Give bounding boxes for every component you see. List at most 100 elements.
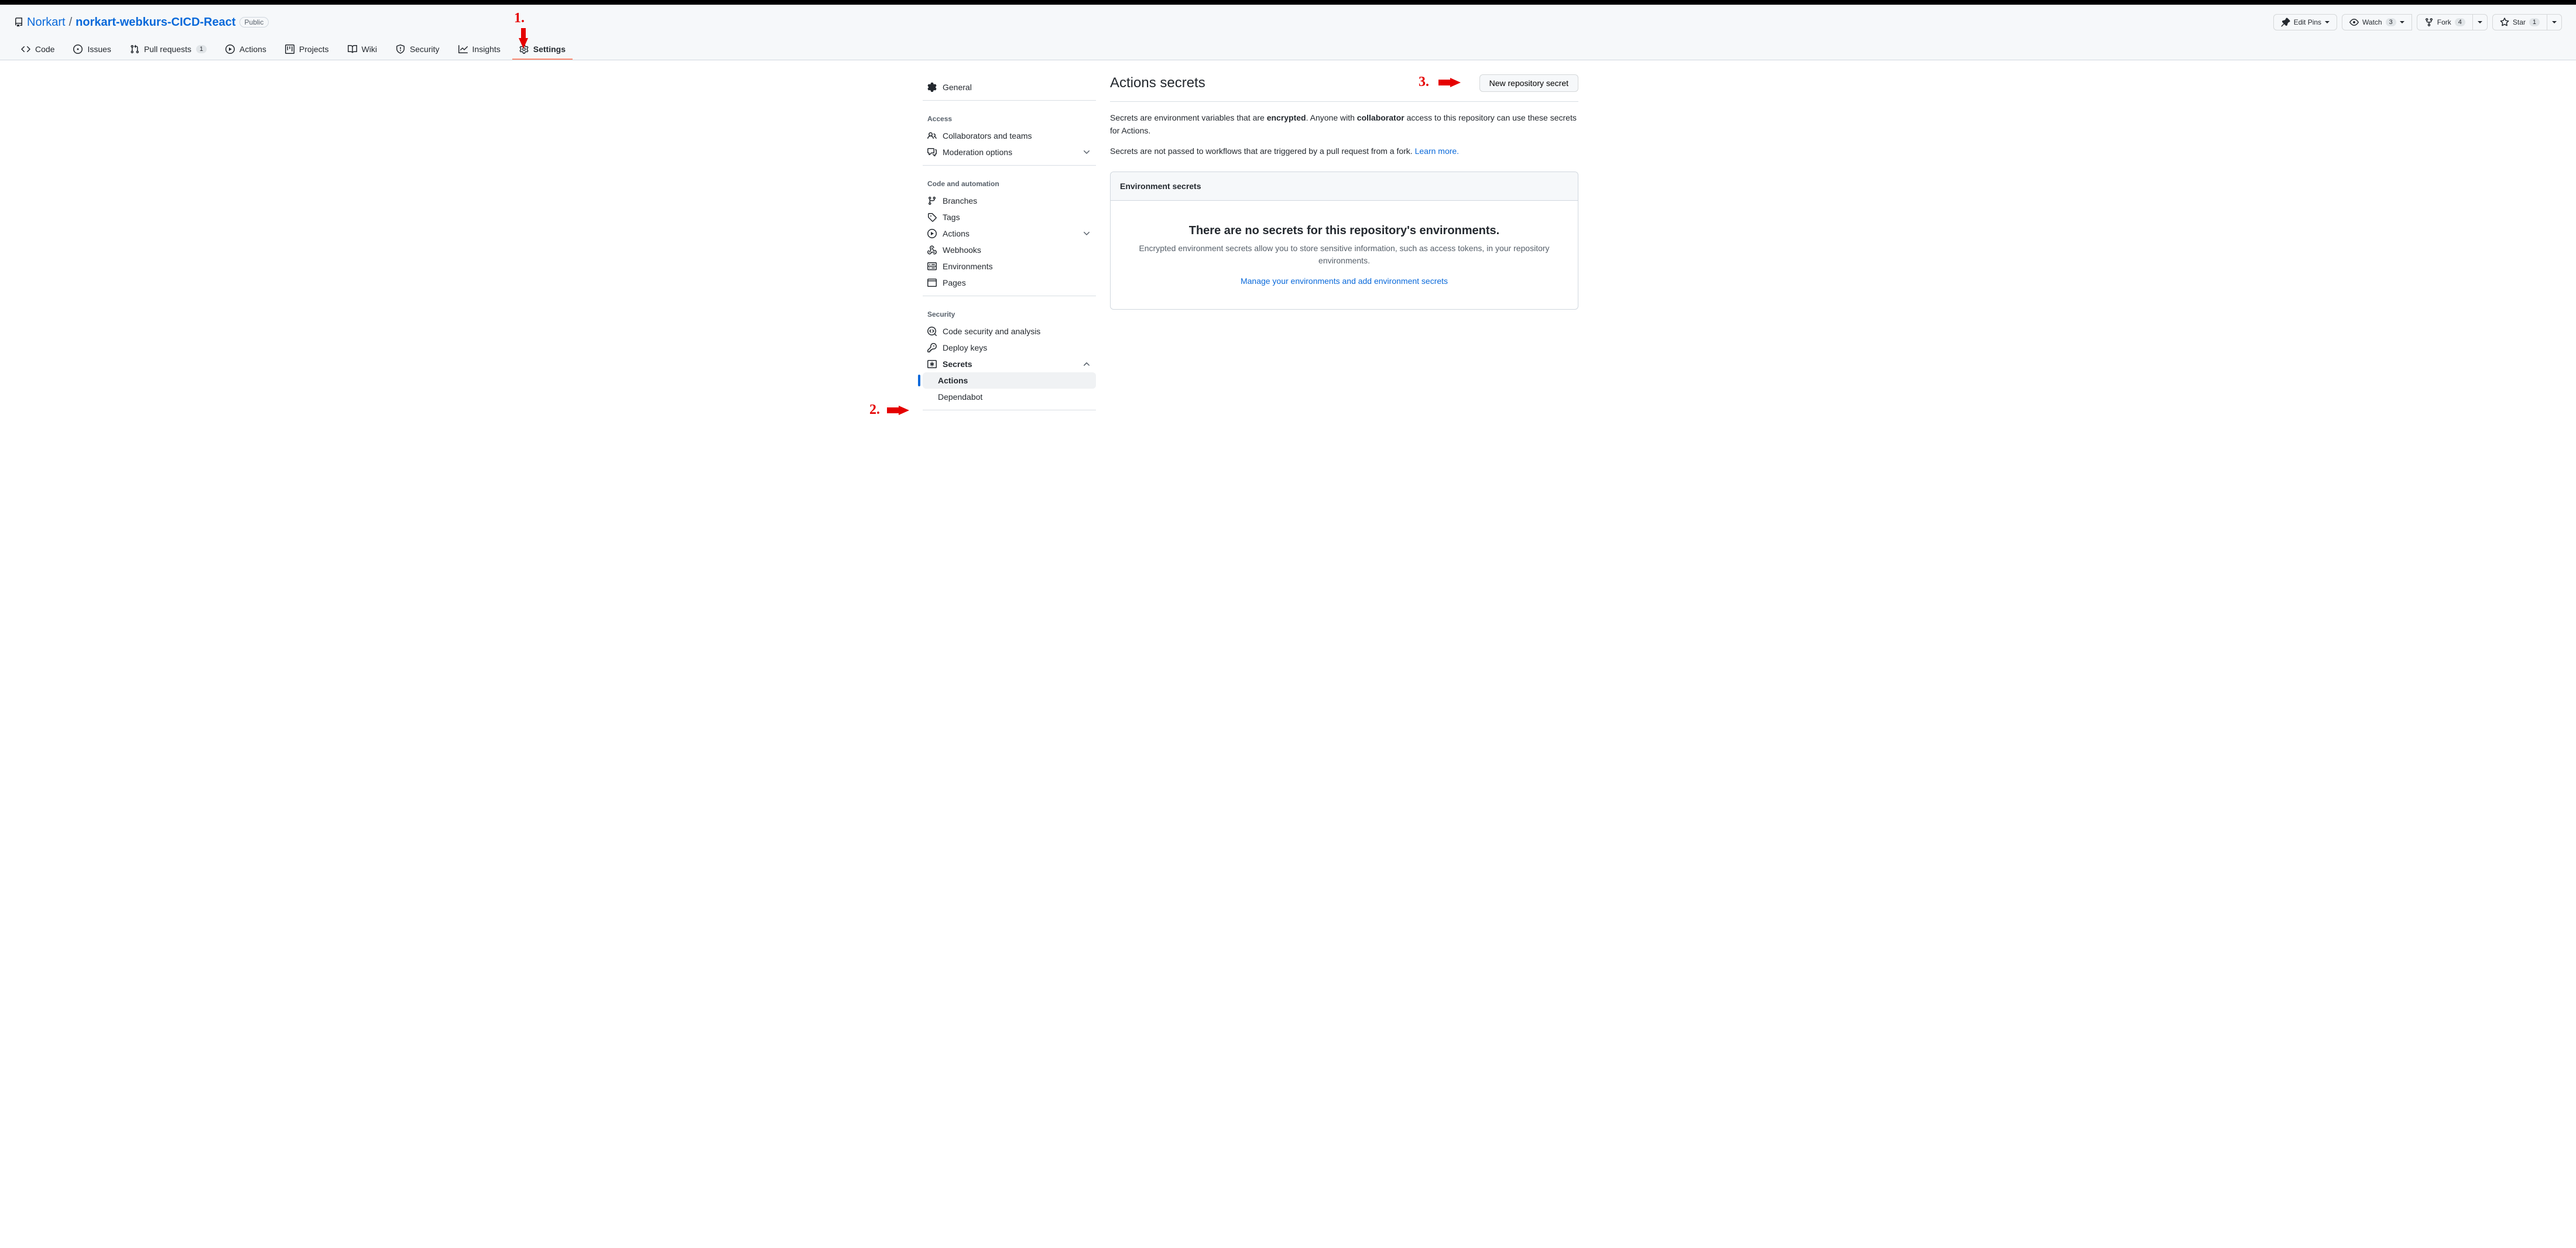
tab-projects[interactable]: Projects (278, 40, 336, 60)
sidebar-heading-access: Access (923, 105, 1096, 128)
watch-count: 3 (2386, 18, 2396, 26)
manage-environments-link[interactable]: Manage your environments and add environ… (1241, 276, 1448, 286)
settings-sidebar: General Access Collaborators and teams M… (923, 74, 1096, 410)
caret-down-icon (2478, 21, 2482, 23)
page-title: Actions secrets (1110, 75, 1205, 91)
projects-icon (285, 44, 294, 54)
breadcrumb-sep: / (69, 16, 73, 29)
tab-pulls-label: Pull requests (144, 44, 191, 54)
sidebar-item-label: Webhooks (943, 245, 981, 255)
fork-icon (2424, 18, 2434, 27)
tab-actions[interactable]: Actions (218, 40, 273, 60)
tab-pulls[interactable]: Pull requests 1 (123, 40, 214, 60)
tab-issues[interactable]: Issues (66, 40, 118, 60)
watch-button[interactable]: Watch 3 (2342, 14, 2412, 30)
star-button[interactable]: Star 1 (2492, 14, 2547, 30)
sidebar-item-pages[interactable]: Pages (923, 275, 1096, 291)
tab-code[interactable]: Code (14, 40, 61, 60)
annotation-2: 2. (869, 402, 909, 418)
chevron-down-icon (1082, 148, 1091, 157)
tab-settings[interactable]: Settings (512, 40, 573, 60)
tab-insights[interactable]: Insights (451, 40, 508, 60)
pulls-count: 1 (196, 45, 207, 53)
tab-issues-label: Issues (87, 44, 111, 54)
sidebar-item-deploy-keys[interactable]: Deploy keys (923, 340, 1096, 356)
sidebar-item-branches[interactable]: Branches (923, 193, 1096, 209)
key-icon (927, 343, 937, 352)
repo-header: Norkart / norkart-webkurs-CICD-React Pub… (0, 5, 2576, 60)
pull-request-icon (130, 44, 139, 54)
sidebar-item-label: Tags (943, 212, 960, 222)
graph-icon (458, 44, 468, 54)
tab-security[interactable]: Security (389, 40, 447, 60)
star-dropdown-button[interactable] (2547, 14, 2562, 30)
environment-secrets-box: Environment secrets There are no secrets… (1110, 172, 1578, 310)
tab-wiki-label: Wiki (362, 44, 377, 54)
sidebar-item-general[interactable]: General (923, 79, 1096, 95)
gear-icon (519, 44, 529, 54)
browser-icon (927, 278, 937, 287)
sidebar-item-webhooks[interactable]: Webhooks (923, 242, 1096, 258)
owner-link[interactable]: Norkart (27, 16, 66, 29)
sidebar-subitem-secrets-actions[interactable]: Actions (923, 372, 1096, 389)
chevron-up-icon (1082, 359, 1091, 369)
watch-label: Watch (2362, 18, 2382, 26)
repo-icon (14, 18, 23, 27)
people-icon (927, 131, 937, 140)
edit-pins-button[interactable]: Edit Pins (2273, 14, 2337, 30)
sidebar-item-label: Actions (943, 229, 970, 238)
sidebar-item-label: Moderation options (943, 148, 1012, 157)
star-label: Star (2513, 18, 2526, 26)
description-1: Secrets are environment variables that a… (1110, 111, 1578, 138)
caret-down-icon (2400, 21, 2404, 23)
play-icon (225, 44, 235, 54)
repo-name-link[interactable]: norkart-webkurs-CICD-React (76, 16, 235, 29)
sidebar-item-code-security[interactable]: Code security and analysis (923, 323, 1096, 340)
caret-down-icon (2325, 21, 2330, 23)
issues-icon (73, 44, 83, 54)
star-icon (2500, 18, 2509, 27)
sidebar-item-label: Pages (943, 278, 966, 287)
sidebar-item-label: Environments (943, 262, 993, 271)
tab-actions-label: Actions (239, 44, 266, 54)
tab-wiki[interactable]: Wiki (341, 40, 384, 60)
sidebar-item-label: Branches (943, 196, 977, 205)
main-content: Actions secrets New repository secret 3.… (1110, 74, 1578, 410)
comment-discussion-icon (927, 148, 937, 157)
branch-icon (927, 196, 937, 205)
sidebar-item-label: General (943, 83, 972, 92)
sidebar-item-collaborators[interactable]: Collaborators and teams (923, 128, 1096, 144)
sidebar-subitem-secrets-dependabot[interactable]: Dependabot (923, 389, 1096, 405)
sidebar-item-moderation[interactable]: Moderation options (923, 144, 1096, 160)
star-count: 1 (2529, 18, 2540, 26)
visibility-badge: Public (239, 17, 269, 28)
fork-count: 4 (2455, 18, 2465, 26)
server-icon (927, 262, 937, 271)
description-2: Secrets are not passed to workflows that… (1110, 145, 1578, 157)
sidebar-item-label: Secrets (943, 359, 972, 369)
sidebar-item-actions[interactable]: Actions (923, 225, 1096, 242)
sidebar-item-secrets[interactable]: Secrets (923, 356, 1096, 372)
eye-icon (2349, 18, 2359, 27)
code-icon (21, 44, 30, 54)
sidebar-item-label: Collaborators and teams (943, 131, 1032, 140)
new-repository-secret-button[interactable]: New repository secret (1479, 74, 1578, 92)
shield-icon (396, 44, 405, 54)
edit-pins-label: Edit Pins (2294, 18, 2321, 26)
learn-more-link[interactable]: Learn more. (1415, 146, 1459, 156)
tab-settings-label: Settings (533, 44, 566, 54)
tab-insights-label: Insights (472, 44, 501, 54)
sidebar-item-environments[interactable]: Environments (923, 258, 1096, 275)
webhook-icon (927, 245, 937, 255)
repo-tabs: Code Issues Pull requests 1 Actions Proj… (14, 40, 2562, 60)
fork-label: Fork (2437, 18, 2451, 26)
sidebar-item-tags[interactable]: Tags (923, 209, 1096, 225)
caret-down-icon (2552, 21, 2557, 23)
fork-button[interactable]: Fork 4 (2417, 14, 2473, 30)
empty-state-text: Encrypted environment secrets allow you … (1129, 242, 1559, 267)
repo-actions: Edit Pins Watch 3 Fork 4 (2273, 14, 2562, 30)
sidebar-item-label: Dependabot (938, 392, 982, 402)
pin-icon (2281, 18, 2290, 27)
fork-dropdown-button[interactable] (2473, 14, 2488, 30)
tab-projects-label: Projects (299, 44, 329, 54)
